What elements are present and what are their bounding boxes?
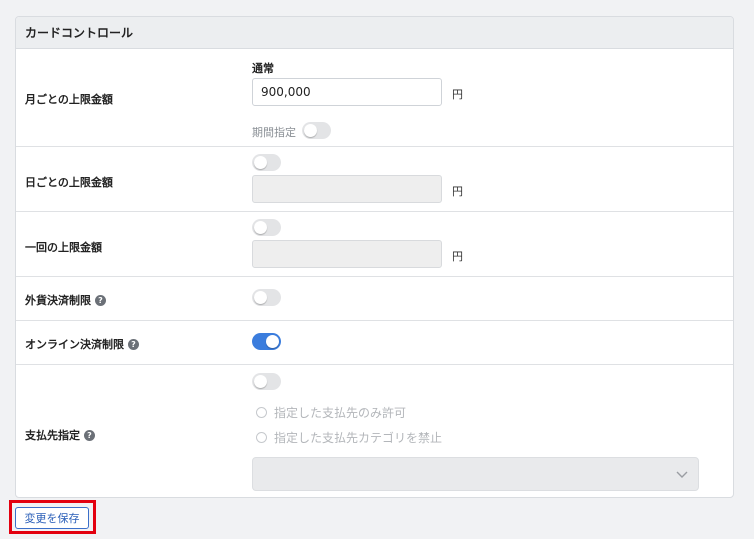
toggle-knob (254, 156, 267, 169)
chevron-down-icon (676, 471, 688, 478)
save-button[interactable]: 変更を保存 (15, 507, 89, 529)
payee-label-text: 支払先指定 (25, 429, 80, 442)
daily-unit: 円 (452, 185, 463, 198)
help-icon[interactable]: ? (95, 294, 106, 306)
monthly-limit-label-text: 月ごとの上限金額 (25, 93, 113, 106)
help-icon[interactable]: ? (84, 429, 95, 441)
per-transaction-row: 一回の上限金額 円 (16, 212, 733, 277)
payee-toggle[interactable] (252, 373, 281, 390)
foreign-currency-toggle[interactable] (252, 289, 281, 306)
daily-limit-label-text: 日ごとの上限金額 (25, 176, 113, 189)
online-payment-label-text: オンライン決済制限 (25, 338, 124, 351)
per-transaction-toggle[interactable] (252, 219, 281, 236)
monthly-mode-label: 通常 (252, 62, 274, 75)
payee-row: 支払先指定 ? 指定した支払先のみ許可 指定した支払先カテゴリを禁止 (16, 365, 733, 497)
per-transaction-unit: 円 (452, 250, 463, 263)
payee-option-deny-label: 指定した支払先カテゴリを禁止 (274, 431, 443, 445)
toggle-knob (266, 335, 279, 348)
online-payment-toggle[interactable] (252, 333, 281, 350)
payee-select[interactable] (252, 457, 699, 491)
online-payment-label: オンライン決済制限 ? (25, 336, 139, 352)
period-toggle[interactable] (302, 122, 331, 139)
daily-limit-label: 日ごとの上限金額 (25, 174, 113, 190)
monthly-limit-row: 月ごとの上限金額 通常 円 期間指定 (16, 49, 733, 147)
foreign-currency-row: 外貨決済制限 ? (16, 277, 733, 321)
toggle-knob (254, 291, 267, 304)
card-control-panel: カードコントロール 月ごとの上限金額 通常 円 期間指定 日ごとの上限金額 円 … (15, 16, 734, 498)
toggle-knob (254, 221, 267, 234)
per-transaction-input[interactable] (252, 240, 442, 268)
monthly-limit-input[interactable] (252, 78, 442, 106)
payee-option-deny-category[interactable]: 指定した支払先カテゴリを禁止 (256, 429, 442, 446)
foreign-currency-label: 外貨決済制限 ? (25, 292, 106, 308)
card-title: カードコントロール (16, 17, 733, 49)
toggle-knob (254, 375, 267, 388)
payee-label: 支払先指定 ? (25, 427, 95, 443)
monthly-unit: 円 (452, 88, 463, 101)
foreign-currency-label-text: 外貨決済制限 (25, 294, 91, 307)
monthly-limit-label: 月ごとの上限金額 (25, 91, 113, 107)
daily-limit-toggle[interactable] (252, 154, 281, 171)
toggle-knob (304, 124, 317, 137)
per-transaction-label-text: 一回の上限金額 (25, 241, 102, 254)
daily-limit-input[interactable] (252, 175, 442, 203)
payee-option-allow-label: 指定した支払先のみ許可 (274, 406, 407, 420)
online-payment-row: オンライン決済制限 ? (16, 321, 733, 365)
period-label: 期間指定 (252, 126, 296, 139)
help-icon[interactable]: ? (128, 338, 139, 350)
radio-icon (256, 407, 267, 418)
payee-option-allow[interactable]: 指定した支払先のみ許可 (256, 404, 406, 421)
per-transaction-label: 一回の上限金額 (25, 239, 102, 255)
daily-limit-row: 日ごとの上限金額 円 (16, 147, 733, 212)
radio-icon (256, 432, 267, 443)
